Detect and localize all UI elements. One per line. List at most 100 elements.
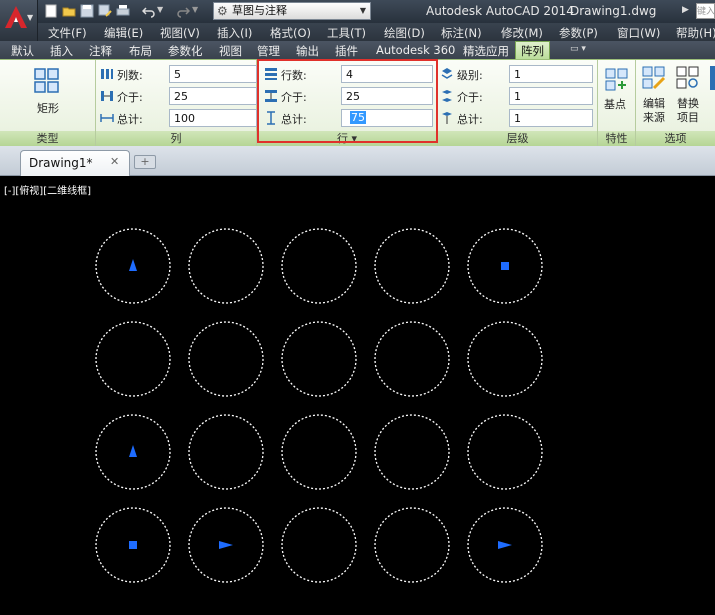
rectangular-array-icon[interactable] (34, 68, 60, 94)
array-circle[interactable] (95, 321, 171, 397)
rows-count-row: 行数: (264, 65, 436, 83)
base-point-button-label[interactable]: 基点 (604, 98, 626, 112)
array-circle[interactable] (188, 321, 264, 397)
close-icon[interactable]: ✕ (110, 155, 119, 168)
file-title: Drawing1.dwg (570, 4, 657, 18)
levels-total-input[interactable] (509, 109, 593, 127)
rows-total-selected-text: 75 (350, 111, 366, 124)
redo-icon[interactable] (176, 4, 190, 18)
menu-parameter[interactable]: 参数(P) (559, 25, 598, 41)
panel-properties: 基点 特性 (598, 60, 636, 146)
rows-spacing-icon (265, 90, 277, 102)
grip-triangle-right-marker[interactable] (498, 541, 512, 549)
edit-source-label-2[interactable]: 来源 (643, 111, 665, 125)
levels-count-icon (441, 68, 453, 79)
panel-options: 编辑 来源 替换 项目 选项 (636, 60, 715, 146)
tab-autodesk-360[interactable]: Autodesk 360 (376, 43, 455, 57)
tab-manage[interactable]: 管理 (257, 43, 280, 59)
ribbon-minimize-icon[interactable]: ▭ ▾ (570, 44, 594, 56)
menu-view[interactable]: 视图(V) (160, 25, 200, 41)
array-circle[interactable] (467, 414, 543, 490)
panel-columns-label: 列 (96, 131, 256, 146)
array-circle[interactable] (188, 414, 264, 490)
undo-dropdown-icon[interactable]: ▼ (157, 5, 163, 14)
grip-triangle-up-marker[interactable] (129, 445, 137, 457)
redo-dropdown-icon[interactable]: ▼ (192, 5, 198, 14)
replace-item-label-1[interactable]: 替换 (677, 97, 699, 111)
open-folder-icon[interactable] (62, 4, 76, 18)
columns-count-input[interactable] (169, 65, 257, 83)
menu-format[interactable]: 格式(O) (270, 25, 311, 41)
array-circle[interactable] (281, 228, 357, 304)
autocad-logo-icon (5, 6, 27, 28)
rows-count-input[interactable] (341, 65, 433, 83)
grip-square-marker[interactable] (129, 541, 137, 549)
grip-triangle-right-marker[interactable] (219, 541, 233, 549)
chevron-right-icon[interactable]: ▶ (682, 5, 689, 15)
menu-help[interactable]: 帮助(H) (676, 25, 715, 41)
tab-plugins[interactable]: 插件 (335, 43, 358, 59)
save-as-icon[interactable] (98, 4, 112, 18)
columns-between-input[interactable] (169, 87, 257, 105)
tab-view[interactable]: 视图 (219, 43, 242, 59)
columns-total-row: 总计: (100, 109, 257, 127)
rows-count-icon (265, 68, 277, 80)
panel-rows-label[interactable]: 行 ▾ (257, 131, 437, 146)
array-circle[interactable] (188, 228, 264, 304)
reset-array-icon[interactable] (710, 66, 715, 90)
replace-item-icon[interactable] (676, 66, 700, 90)
grip-square-marker[interactable] (501, 262, 509, 270)
tab-array[interactable]: 阵列 (515, 41, 550, 60)
replace-item-label-2[interactable]: 项目 (677, 111, 699, 125)
array-circle[interactable] (467, 321, 543, 397)
array-circle[interactable] (281, 414, 357, 490)
base-point-icon[interactable] (605, 68, 629, 92)
rows-between-input[interactable] (341, 87, 433, 105)
array-circle[interactable] (374, 414, 450, 490)
undo-icon[interactable] (142, 4, 156, 18)
array-circle[interactable] (374, 228, 450, 304)
menu-edit[interactable]: 编辑(E) (104, 25, 143, 41)
edit-source-icon[interactable] (642, 66, 666, 90)
new-tab-button[interactable]: + (134, 155, 156, 169)
tab-annotate[interactable]: 注释 (89, 43, 112, 59)
levels-count-input[interactable] (509, 65, 593, 83)
save-icon[interactable] (80, 4, 94, 18)
gear-icon: ⚙ (217, 4, 228, 18)
array-circle[interactable] (374, 507, 450, 583)
tab-output[interactable]: 输出 (296, 43, 319, 59)
print-icon[interactable] (116, 4, 130, 18)
panel-options-label: 选项 (636, 131, 715, 146)
tab-featured-apps[interactable]: 精选应用 (463, 43, 509, 59)
menu-draw[interactable]: 绘图(D) (384, 25, 425, 41)
grip-triangle-up-marker[interactable] (129, 259, 137, 271)
levels-between-input[interactable] (509, 87, 593, 105)
menu-dimension[interactable]: 标注(N) (441, 25, 482, 41)
search-input[interactable]: 键入 (696, 3, 715, 19)
array-circle[interactable] (281, 507, 357, 583)
menu-tools[interactable]: 工具(T) (327, 25, 366, 41)
array-circle[interactable] (281, 321, 357, 397)
new-file-icon[interactable] (44, 4, 58, 18)
array-circle[interactable] (374, 321, 450, 397)
tab-default[interactable]: 默认 (11, 43, 34, 59)
menu-insert[interactable]: 插入(I) (217, 25, 252, 41)
rows-total-icon (267, 111, 275, 125)
columns-total-input[interactable] (169, 109, 257, 127)
application-menu-button[interactable]: ▼ (0, 0, 38, 41)
rectangle-button-label[interactable]: 矩形 (37, 102, 59, 116)
levels-count-row: 级别: (440, 65, 596, 83)
menu-file[interactable]: 文件(F) (48, 25, 87, 41)
tab-parametric[interactable]: 参数化 (168, 43, 203, 59)
columns-between-row: 介于: (100, 87, 257, 105)
menu-window[interactable]: 窗口(W) (617, 25, 660, 41)
panel-columns: 列数: 介于: 总计: 列 (96, 60, 257, 146)
workspace-select[interactable]: ⚙ 草图与注释 ▼ (213, 2, 371, 20)
menu-modify[interactable]: 修改(M) (501, 25, 543, 41)
chevron-down-icon: ▼ (27, 13, 34, 22)
edit-source-label-1[interactable]: 编辑 (643, 97, 665, 111)
drawing-canvas[interactable]: [-][俯视][二维线框] (0, 177, 715, 615)
tab-layout[interactable]: 布局 (129, 43, 152, 59)
tab-insert[interactable]: 插入 (50, 43, 73, 59)
chevron-down-icon: ▼ (359, 6, 366, 15)
